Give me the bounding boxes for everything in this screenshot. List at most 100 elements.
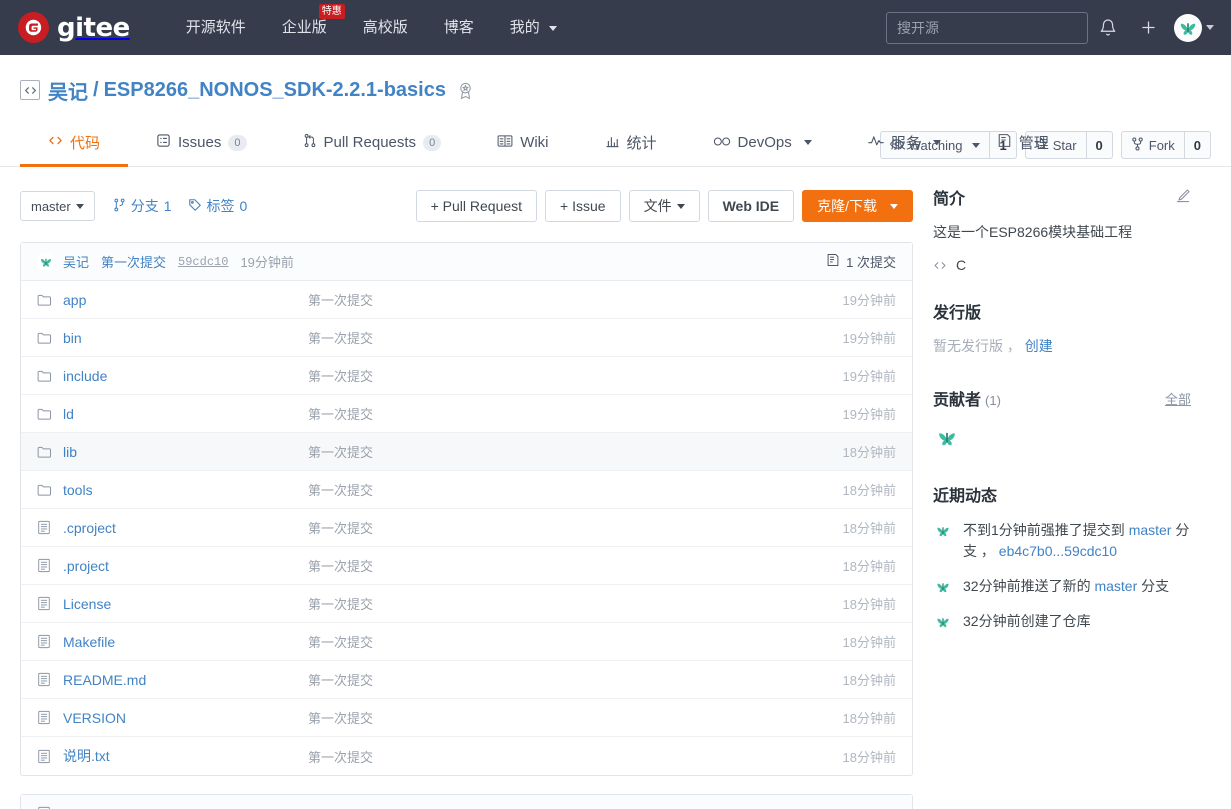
butterfly-avatar[interactable] (933, 612, 953, 632)
new-issue-button[interactable]: + Issue (545, 190, 621, 222)
code-brackets-icon (20, 80, 40, 100)
file-name-link[interactable]: 说明.txt (63, 746, 308, 766)
nav-item-enterprise[interactable]: 企业版 特惠 (264, 0, 345, 55)
search-input[interactable] (886, 11, 1088, 44)
tab-statistics[interactable]: 统计 (577, 121, 685, 167)
file-name-link[interactable]: include (63, 368, 308, 384)
file-icon (37, 634, 55, 649)
table-row[interactable]: .project 第一次提交 18分钟前 (21, 547, 912, 585)
nav-item-mine[interactable]: 我的 (492, 0, 575, 55)
new-pull-request-button[interactable]: + Pull Request (415, 190, 538, 222)
file-time: 18分钟前 (842, 673, 896, 688)
butterfly-avatar[interactable] (933, 521, 953, 541)
files-menu-button[interactable]: 文件 (628, 190, 700, 222)
award-badge-icon[interactable] (456, 81, 475, 100)
file-name-link[interactable]: tools (63, 482, 308, 498)
file-time: 19分钟前 (842, 293, 896, 308)
file-commit-message: 第一次提交 (308, 407, 374, 422)
tab-issues[interactable]: Issues 0 (128, 121, 274, 167)
folder-icon (37, 369, 55, 382)
table-row[interactable]: README.md 第一次提交 18分钟前 (21, 661, 912, 699)
table-row[interactable]: tools 第一次提交 18分钟前 (21, 471, 912, 509)
file-name-link[interactable]: README.md (63, 672, 308, 688)
releases-empty: 暂无发行版 ， 创建 (933, 336, 1191, 356)
gitee-logo-link[interactable]: gitee (18, 12, 130, 43)
tags-link[interactable]: 标签 0 (188, 196, 247, 216)
activity-commit-range-link[interactable]: eb4c7b0...59cdc10 (999, 543, 1117, 559)
file-name-link[interactable]: lib (63, 444, 308, 460)
contributors-count: (1) (985, 393, 1001, 408)
file-name-link[interactable]: License (63, 596, 308, 612)
clone-download-button[interactable]: 克隆/下载 (802, 190, 913, 222)
code-icon (933, 260, 947, 271)
repo-name-link[interactable]: ESP8266_NONOS_SDK-2.2.1-basics (104, 79, 446, 102)
file-commit-message: 第一次提交 (308, 597, 374, 612)
table-row[interactable]: 说明.txt 第一次提交 18分钟前 (21, 737, 912, 775)
table-row[interactable]: VERSION 第一次提交 18分钟前 (21, 699, 912, 737)
contributors-section: 贡献者 (1) 全部 (933, 386, 1191, 452)
table-row[interactable]: include 第一次提交 19分钟前 (21, 357, 912, 395)
file-name-link[interactable]: VERSION (63, 710, 308, 726)
bell-icon[interactable] (1088, 8, 1128, 48)
fork-button[interactable]: Fork (1120, 131, 1184, 159)
web-ide-button[interactable]: Web IDE (707, 190, 795, 222)
manage-icon (997, 133, 1012, 152)
create-release-link[interactable]: 创建 (1025, 338, 1053, 354)
nav-item-blog[interactable]: 博客 (426, 0, 492, 55)
fork-count[interactable]: 0 (1183, 131, 1211, 159)
activity-branch-link[interactable]: master (1094, 578, 1137, 594)
repo-owner-link[interactable]: 吴记 (48, 76, 88, 105)
table-row[interactable]: License 第一次提交 18分钟前 (21, 585, 912, 623)
nav-item-university[interactable]: 高校版 (345, 0, 426, 55)
file-name-link[interactable]: app (63, 292, 308, 308)
file-time: 18分钟前 (842, 483, 896, 498)
contributors-all-link[interactable]: 全部 (1165, 389, 1191, 408)
commit-sha-link[interactable]: 59cdc10 (178, 255, 228, 269)
table-row[interactable]: app 第一次提交 19分钟前 (21, 281, 912, 319)
file-name-link[interactable]: ld (63, 406, 308, 422)
tab-manage[interactable]: 管理 (969, 121, 1077, 167)
file-icon (37, 520, 55, 535)
table-row[interactable]: Makefile 第一次提交 18分钟前 (21, 623, 912, 661)
file-time: 18分钟前 (842, 445, 896, 460)
activity-branch-link[interactable]: master (1129, 522, 1172, 538)
file-icon (37, 558, 55, 573)
tab-devops[interactable]: DevOps (685, 121, 840, 167)
commit-count-link[interactable]: 1 次提交 (826, 252, 896, 271)
chart-icon (605, 134, 620, 152)
commit-author-link[interactable]: 吴记 (63, 252, 89, 271)
nav-item-opensource[interactable]: 开源软件 (168, 0, 264, 55)
file-name-link[interactable]: .cproject (63, 520, 308, 536)
commit-message-link[interactable]: 第一次提交 (101, 252, 166, 271)
table-row[interactable]: lib 第一次提交 18分钟前 (21, 433, 912, 471)
file-icon (37, 710, 55, 725)
file-name-link[interactable]: Makefile (63, 634, 308, 650)
edit-icon[interactable] (1175, 188, 1191, 207)
tab-pull-requests[interactable]: Pull Requests 0 (275, 121, 470, 167)
files-menu-label: 文件 (643, 198, 672, 214)
butterfly-avatar[interactable] (933, 577, 953, 597)
fork-label: Fork (1148, 137, 1175, 153)
folder-icon (37, 407, 55, 420)
table-row[interactable]: ld 第一次提交 19分钟前 (21, 395, 912, 433)
tag-icon (188, 198, 202, 215)
tab-services[interactable]: 服务 (840, 121, 969, 167)
tab-wiki[interactable]: Wiki (469, 121, 576, 167)
star-count[interactable]: 0 (1085, 131, 1113, 159)
table-row[interactable]: .cproject 第一次提交 18分钟前 (21, 509, 912, 547)
table-row[interactable]: bin 第一次提交 19分钟前 (21, 319, 912, 357)
butterfly-avatar[interactable] (933, 424, 961, 452)
branches-link[interactable]: 分支 1 (113, 196, 172, 216)
branch-selector[interactable]: master (20, 191, 95, 221)
activity-section: 近期动态 不到1分钟前强推了提交到 master 分支 ， eb4c7b0...… (933, 482, 1191, 632)
releases-title: 发行版 (933, 305, 982, 322)
pull-request-icon (303, 133, 317, 152)
page-content: master 分支 1 标签 0 + Pull Request + Issue … (0, 167, 1231, 809)
file-name-link[interactable]: bin (63, 330, 308, 346)
user-menu[interactable] (1174, 13, 1214, 42)
file-name-link[interactable]: .project (63, 558, 308, 574)
about-description: 这是一个ESP8266模块基础工程 (933, 224, 1133, 240)
tab-code[interactable]: 代码 (20, 121, 129, 167)
repo-language[interactable]: C (933, 257, 1191, 273)
plus-icon[interactable] (1128, 8, 1168, 48)
